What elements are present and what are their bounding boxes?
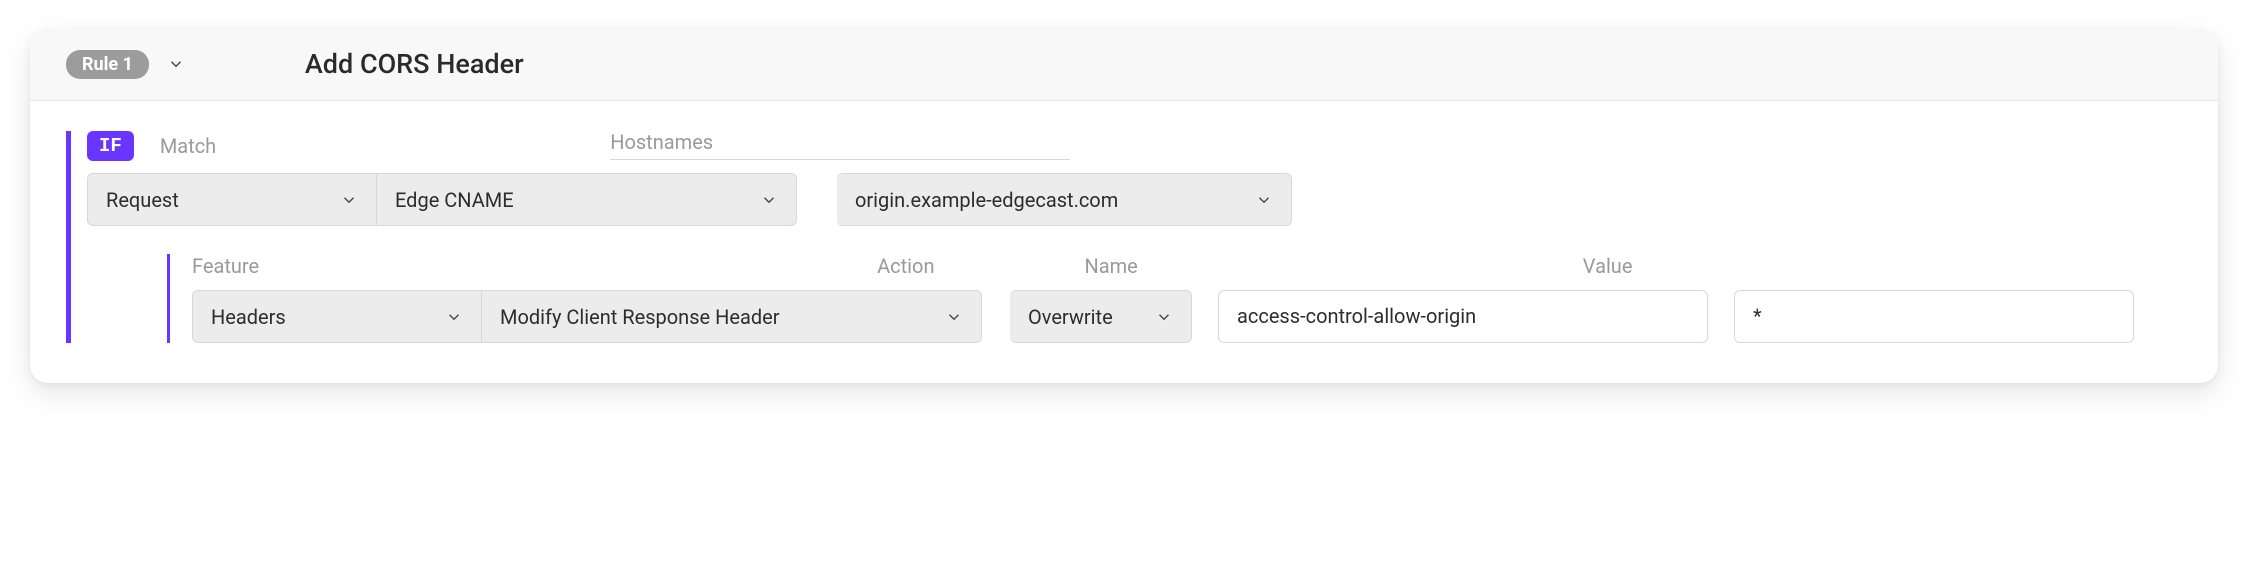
chevron-down-icon: [760, 191, 778, 209]
feature-header-row: Feature Action Name Value: [192, 254, 2182, 278]
rule-badge: Rule 1: [66, 50, 149, 79]
rule-body: IF Match Hostnames Request Edge CNAME: [30, 101, 2218, 383]
match-label: Match: [160, 134, 216, 158]
feature-category-select[interactable]: Headers: [192, 290, 482, 343]
name-label: Name: [1084, 254, 1137, 278]
chevron-down-icon: [945, 308, 963, 326]
feature-label: Feature: [192, 254, 259, 278]
if-badge: IF: [87, 131, 134, 161]
if-header-row: IF Match Hostnames: [71, 131, 2182, 161]
rule-collapse-toggle[interactable]: [167, 55, 185, 73]
if-selects-row: Request Edge CNAME origin.example-edgeca…: [87, 173, 2182, 226]
chevron-down-icon: [340, 191, 358, 209]
action-label: Action: [877, 254, 934, 278]
feature-operation-value: Modify Client Response Header: [500, 305, 780, 329]
rule-title: Add CORS Header: [305, 48, 524, 80]
match-type-select[interactable]: Request: [87, 173, 377, 226]
header-name-input[interactable]: [1218, 290, 1708, 343]
header-value-input[interactable]: [1734, 290, 2134, 343]
feature-action-value: Overwrite: [1028, 305, 1113, 329]
chevron-down-icon: [1255, 191, 1273, 209]
chevron-down-icon: [445, 308, 463, 326]
hostname-select[interactable]: origin.example-edgecast.com: [837, 173, 1292, 226]
chevron-down-icon: [167, 55, 185, 73]
match-target-value: Edge CNAME: [395, 188, 514, 212]
if-condition-block: IF Match Hostnames Request Edge CNAME: [66, 131, 2182, 343]
hostnames-label: Hostnames: [610, 132, 1070, 160]
hostnames-label-text: Hostnames: [610, 130, 713, 154]
chevron-down-icon: [1155, 308, 1173, 326]
match-target-select[interactable]: Edge CNAME: [377, 173, 797, 226]
rule-header: Rule 1 Add CORS Header: [30, 30, 2218, 101]
hostname-value: origin.example-edgecast.com: [855, 188, 1118, 212]
value-label: Value: [1583, 254, 1633, 278]
feature-block: Feature Action Name Value Headers Modify…: [167, 254, 2182, 343]
feature-controls-row: Headers Modify Client Response Header Ov…: [192, 290, 2182, 343]
rule-card: Rule 1 Add CORS Header IF Match Hostname…: [30, 30, 2218, 383]
feature-action-select[interactable]: Overwrite: [1010, 290, 1192, 343]
feature-operation-select[interactable]: Modify Client Response Header: [482, 290, 982, 343]
match-type-value: Request: [106, 188, 179, 212]
feature-category-value: Headers: [211, 305, 286, 329]
